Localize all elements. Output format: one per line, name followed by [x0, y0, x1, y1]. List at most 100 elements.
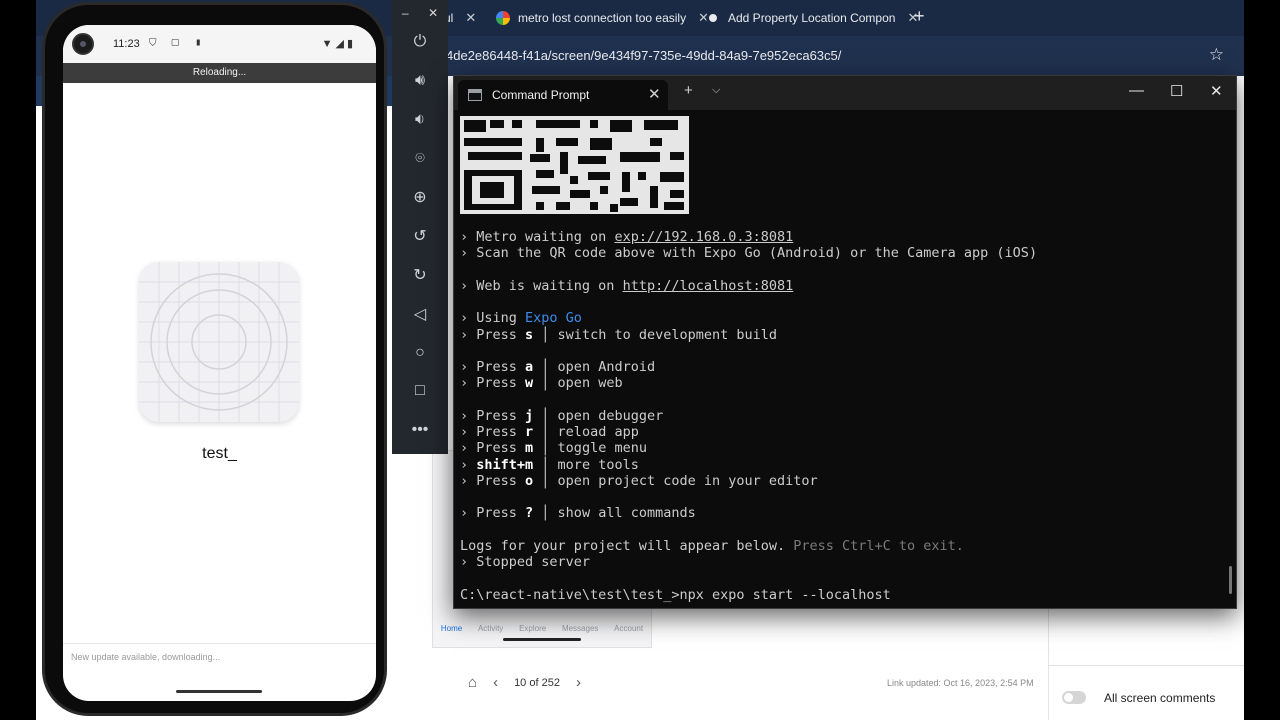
close-icon[interactable]: ✕: [648, 85, 661, 103]
terminal-body[interactable]: › Metro waiting on exp://192.168.0.3:808…: [459, 116, 1219, 606]
qr-module: [610, 120, 632, 132]
all-comments-label: All screen comments: [1104, 691, 1216, 705]
terminal-text: › Press: [460, 424, 526, 440]
terminal-titlebar: Command Prompt ✕ + ⌵ — ☐ ✕: [454, 76, 1236, 110]
close-button[interactable]: ✕: [1210, 82, 1223, 100]
app-name: test_: [202, 445, 237, 462]
terminal-line: › Press j │ open debugger: [460, 408, 1037, 424]
tab-label: metro lost connection too easily: [518, 11, 687, 25]
qr-module: [610, 204, 618, 212]
terminal-text: │ reload app: [533, 424, 639, 440]
expo-placeholder-icon: [139, 262, 299, 422]
terminal-text: │ open Android: [533, 359, 656, 375]
terminal-text: › Press: [460, 359, 526, 375]
qr-module: [490, 120, 504, 128]
terminal-text: › Press: [460, 407, 526, 424]
qr-module: [536, 120, 580, 128]
home-icon[interactable]: ○: [392, 339, 448, 367]
browser-tab-figma[interactable]: Add Property Location Compon ✕: [706, 5, 918, 31]
qr-module: [620, 198, 638, 206]
terminal-text[interactable]: exp://192.168.0.3:8081: [614, 229, 793, 245]
link-updated: Link updated: Oct 16, 2023, 2:54 PM: [887, 678, 1034, 688]
rotate-right-icon[interactable]: ↻: [392, 261, 448, 289]
qr-module: [590, 202, 598, 210]
browser-tab-metro[interactable]: metro lost connection too easily ✕: [496, 5, 709, 31]
phone-screen[interactable]: 11:23 ⛉ ▢ ▮ ▼◢▮ Reloading... test_ New u…: [63, 25, 376, 701]
preview-nav: Home Activity Explore Messages Account: [433, 624, 651, 633]
qr-module: [570, 176, 578, 184]
all-comments-toggle[interactable]: [1062, 691, 1086, 704]
terminal-text: › Using: [460, 310, 526, 327]
bookmark-star-icon[interactable]: ☆: [1209, 45, 1224, 65]
terminal-text: C:\react-native\test\test_>npx expo star…: [460, 586, 891, 603]
qr-module: [590, 138, 612, 150]
terminal-text: › Press: [460, 505, 526, 522]
overview-icon[interactable]: □: [392, 377, 448, 405]
chevron-right-icon[interactable]: ›: [576, 674, 581, 691]
volume-up-icon[interactable]: 🔊︎: [392, 67, 448, 95]
terminal-line: › Press o │ open project code in your ed…: [460, 473, 1037, 489]
status-bar: 11:23 ⛉ ▢ ▮ ▼◢▮: [63, 25, 376, 63]
qr-module: [670, 152, 684, 160]
qr-module: [556, 138, 578, 146]
nav-activity: Activity: [477, 624, 504, 633]
volume-down-icon[interactable]: 🔉︎: [392, 106, 448, 134]
camera-icon[interactable]: ⌾: [392, 145, 448, 173]
terminal-text: w: [525, 375, 534, 392]
qr-module: [536, 170, 554, 178]
terminal-text: › Metro waiting on: [460, 229, 615, 245]
more-icon[interactable]: •••: [392, 416, 448, 444]
qr-module: [556, 202, 570, 210]
close-icon[interactable]: ✕: [465, 10, 476, 26]
home-indicator: [503, 638, 581, 641]
maximize-button[interactable]: ☐: [1170, 82, 1183, 100]
chevron-down-icon[interactable]: ⌵: [712, 84, 720, 97]
minimize-button[interactable]: —: [1129, 82, 1144, 99]
emulator-toolbar: – ✕ ⏻ 🔊︎ 🔉︎ ⌾ ⊕ ↺ ↻ ◁ ○ □ •••: [392, 0, 448, 454]
back-icon[interactable]: ◁: [392, 300, 448, 328]
new-tab-button[interactable]: +: [684, 82, 693, 99]
terminal-icon: [468, 89, 482, 101]
gesture-bar[interactable]: [176, 690, 262, 693]
qr-module: [464, 138, 522, 146]
power-icon[interactable]: ⏻: [392, 28, 448, 56]
browser-tab[interactable]: ul ✕: [444, 5, 476, 31]
terminal-text: › Scan the QR code above with Expo Go (A…: [460, 245, 1038, 262]
terminal-text: › Web is waiting on: [460, 277, 623, 294]
terminal-scrollbar[interactable]: [1229, 566, 1232, 594]
status-time: 11:23: [113, 38, 140, 50]
qr-module: [650, 138, 662, 146]
terminal-line: › Scan the QR code above with Expo Go (A…: [460, 245, 1037, 261]
terminal-line: › Stopped server: [460, 554, 1037, 570]
terminal-line: › Web is waiting on http://localhost:808…: [460, 278, 1037, 294]
minimize-icon[interactable]: –: [402, 6, 409, 20]
terminal-text: │ open web: [533, 375, 623, 392]
qr-module: [512, 120, 522, 128]
terminal-text[interactable]: http://localhost:8081: [623, 278, 794, 294]
status-icons: ⛉ ▢ ▮: [149, 38, 209, 49]
new-tab-button[interactable]: +: [914, 6, 925, 27]
rotate-left-icon[interactable]: ↺: [392, 222, 448, 250]
url-field[interactable]: 4de2e86448-f41a/screen/9e434f97-735e-49d…: [446, 48, 841, 63]
terminal-line: Logs for your project will appear below.…: [460, 538, 1037, 554]
terminal-line: › Press a │ open Android: [460, 359, 1037, 375]
home-icon[interactable]: ⌂: [468, 674, 477, 691]
divider: [1049, 665, 1244, 666]
terminal-tab[interactable]: Command Prompt ✕: [458, 80, 668, 110]
terminal-text: │ switch to development build: [533, 326, 778, 343]
terminal-text: Press Ctrl+C to exit.: [793, 537, 964, 554]
zoom-icon[interactable]: ⊕: [392, 183, 448, 211]
terminal-text: │ show all commands: [533, 505, 696, 522]
qr-module: [590, 120, 598, 128]
qr-module: [660, 172, 684, 182]
close-icon[interactable]: ✕: [428, 6, 438, 20]
chevron-left-icon[interactable]: ‹: [493, 674, 498, 691]
qr-module: [638, 172, 646, 180]
nav-home: Home: [440, 624, 463, 633]
screen-pager: ⌂ ‹ 10 of 252 ›: [468, 674, 581, 691]
terminal-text: │ open debugger: [533, 407, 664, 424]
terminal-line: C:\react-native\test\test_>npx expo star…: [460, 587, 1037, 603]
